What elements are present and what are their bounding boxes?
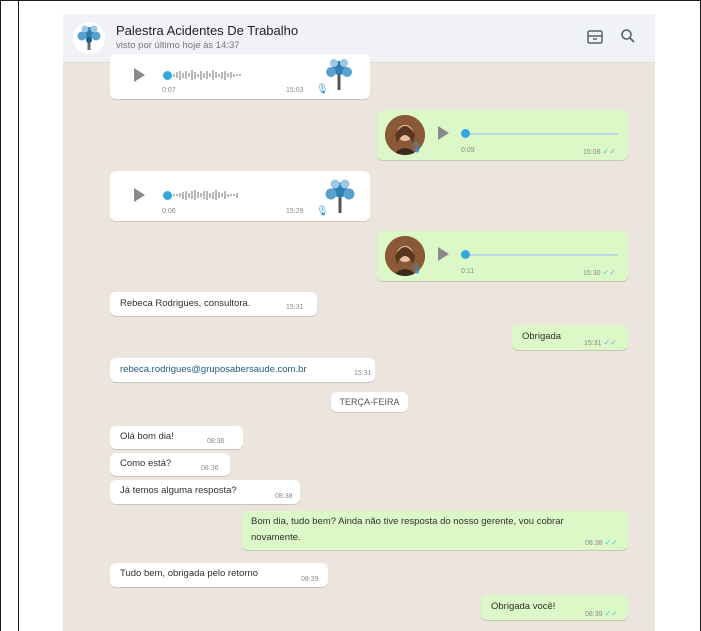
read-ticks-icon: ✓✓ xyxy=(604,609,618,618)
message-time: 15:03 xyxy=(286,87,304,94)
message-time-value: 15:30 xyxy=(583,270,601,277)
message-text: Obrigada xyxy=(522,331,562,342)
message-time: 08:36 xyxy=(207,438,225,445)
message-time-value: 08:39 xyxy=(585,611,603,618)
voice-progress-dot[interactable] xyxy=(163,191,172,200)
text-message-incoming[interactable]: Tudo bem, obrigada pelo retorno 08:39 xyxy=(110,563,328,587)
voice-progress-dot[interactable] xyxy=(163,71,172,80)
voice-duration: 0:09 xyxy=(461,147,475,154)
last-seen-status: visto por último hoje às 14:37 xyxy=(116,40,240,51)
read-ticks-icon: ✓✓ xyxy=(602,147,616,156)
mic-icon: 🎙 xyxy=(316,206,329,217)
message-time: 15:31 ✓✓ xyxy=(584,338,617,347)
message-time: 08:36 xyxy=(201,465,219,472)
message-time-value: 15:31 xyxy=(584,340,602,347)
frame-top-line xyxy=(0,0,701,1)
message-time: 15:31 xyxy=(354,370,372,377)
voice-duration: 0:06 xyxy=(162,208,176,215)
text-message-incoming[interactable]: rebeca.rodrigues@gruposabersaude.com.br … xyxy=(110,358,375,382)
chat-window: Palestra Acidentes De Trabalho visto por… xyxy=(63,14,655,631)
voice-progress-dot[interactable] xyxy=(461,129,470,138)
message-text: Como está? xyxy=(120,458,172,469)
message-time-value: 15:08 xyxy=(583,149,601,156)
voice-message-incoming[interactable]: 0:07 15:03 🎙 xyxy=(110,54,370,99)
search-icon[interactable] xyxy=(618,28,638,48)
message-time: 15:31 xyxy=(286,304,304,311)
text-message-outgoing[interactable]: Bom dia, tudo bem? Ainda não tive respos… xyxy=(242,511,628,550)
frame-divider-line xyxy=(18,0,19,631)
read-ticks-icon: ✓✓ xyxy=(602,268,616,277)
frame-left-line xyxy=(0,0,1,631)
message-text: Rebeca Rodrigues, consultora. xyxy=(120,298,251,309)
voice-progress-track[interactable] xyxy=(470,254,618,256)
voice-duration: 0:07 xyxy=(162,87,176,94)
voice-message-outgoing[interactable]: 🎙 0:09 15:08 ✓✓ xyxy=(377,110,628,160)
mic-icon: 🎙 xyxy=(410,143,423,154)
message-text-line-2: novamente. xyxy=(251,532,301,543)
message-time: 08:38 ✓✓ xyxy=(585,538,618,547)
play-icon[interactable] xyxy=(134,188,145,202)
message-time: 15:30 ✓✓ xyxy=(583,268,616,277)
play-icon[interactable] xyxy=(134,68,145,82)
voice-waveform[interactable] xyxy=(173,190,239,201)
message-text: Tudo bem, obrigada pelo retorno xyxy=(120,568,259,579)
message-time: 08:39 ✓✓ xyxy=(585,609,618,618)
message-time: 15:29 xyxy=(286,208,304,215)
play-icon[interactable] xyxy=(438,126,449,140)
message-time: 08:38 xyxy=(275,493,293,500)
read-ticks-icon: ✓✓ xyxy=(603,338,617,347)
contact-name[interactable]: Palestra Acidentes De Trabalho xyxy=(116,23,298,38)
voice-waveform[interactable] xyxy=(173,70,242,81)
text-message-incoming[interactable]: Como está? 08:36 xyxy=(110,453,230,476)
store-icon[interactable] xyxy=(585,28,605,48)
message-time-value: 08:38 xyxy=(585,540,603,547)
voice-message-incoming[interactable]: 0:06 15:29 🎙 xyxy=(110,171,370,221)
text-message-incoming[interactable]: Rebeca Rodrigues, consultora. 15:31 xyxy=(110,292,317,316)
play-icon[interactable] xyxy=(438,247,449,261)
message-text: Olá bom dia! xyxy=(120,431,174,442)
read-ticks-icon: ✓✓ xyxy=(604,538,618,547)
message-text: Obrigada você! xyxy=(491,601,556,612)
message-time: 08:39 xyxy=(301,576,319,583)
mic-icon: 🎙 xyxy=(410,264,423,275)
text-message-incoming[interactable]: Já temos alguma resposta? 08:38 xyxy=(110,480,300,504)
message-time: 15:08 ✓✓ xyxy=(583,147,616,156)
message-text: Já temos alguma resposta? xyxy=(120,485,237,496)
message-email-link[interactable]: rebeca.rodrigues@gruposabersaude.com.br xyxy=(120,364,307,375)
group-avatar-icon[interactable] xyxy=(73,22,105,54)
day-divider: TERÇA-FEIRA xyxy=(331,392,408,412)
voice-message-outgoing[interactable]: 🎙 0:11 15:30 ✓✓ xyxy=(377,231,628,281)
text-message-incoming[interactable]: Olá bom dia! 08:36 xyxy=(110,426,243,449)
mic-icon: 🎙 xyxy=(316,84,329,95)
text-message-outgoing[interactable]: Obrigada você! 08:39 ✓✓ xyxy=(481,595,628,620)
text-message-outgoing[interactable]: Obrigada 15:31 ✓✓ xyxy=(512,325,628,350)
message-text-line-1: Bom dia, tudo bem? Ainda não tive respos… xyxy=(251,516,564,527)
voice-progress-track[interactable] xyxy=(470,133,618,135)
voice-duration: 0:11 xyxy=(461,268,475,275)
voice-progress-dot[interactable] xyxy=(461,250,470,259)
